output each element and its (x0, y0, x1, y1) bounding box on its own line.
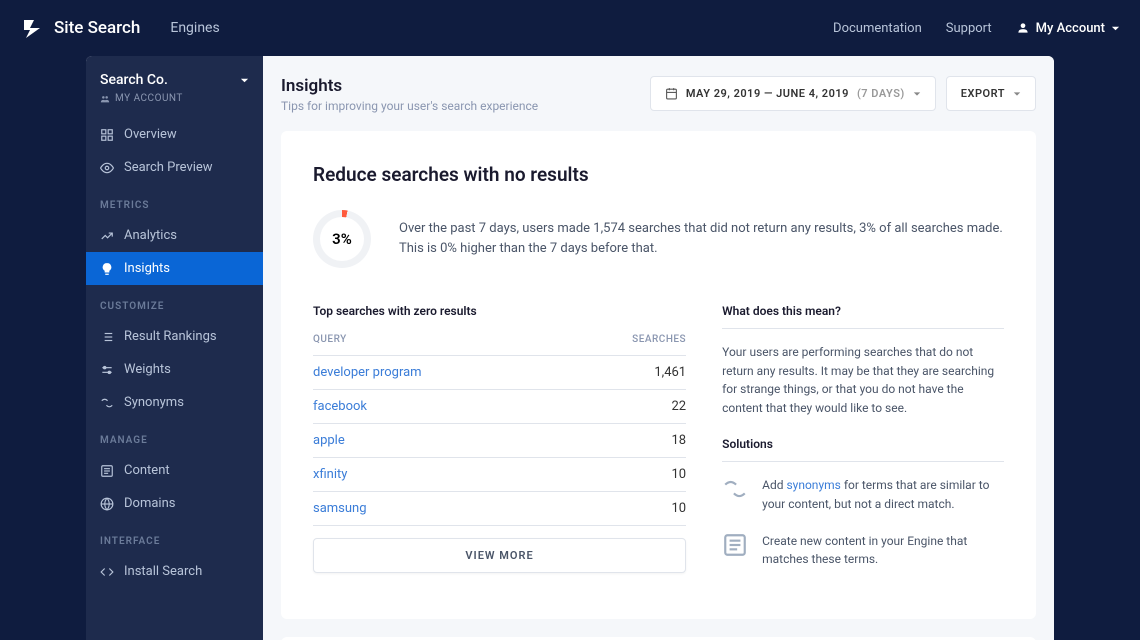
table-row: developer program1,461 (313, 356, 686, 390)
solution-text: Create new content in your Engine that m… (762, 532, 1004, 569)
insight-card-no-results: Reduce searches with no results 3% Over … (281, 131, 1036, 619)
sidebar-label: Result Rankings (124, 329, 217, 344)
product-name: Site Search (54, 18, 140, 38)
sidebar-item-synonyms[interactable]: Synonyms (86, 386, 263, 419)
searches-cell: 1,461 (562, 356, 686, 390)
searches-cell: 10 (562, 492, 686, 526)
col-searches: SEARCHES (562, 324, 686, 356)
account-menu[interactable]: My Account (1016, 21, 1120, 36)
section-customize: CUSTOMIZE (86, 285, 263, 320)
sidebar-label: Install Search (124, 564, 202, 579)
globe-icon (100, 497, 114, 511)
sidebar-item-content[interactable]: Content (86, 454, 263, 487)
table-row: samsung10 (313, 492, 686, 526)
nav-support[interactable]: Support (946, 21, 992, 36)
code-icon (100, 565, 114, 579)
searches-cell: 22 (562, 390, 686, 424)
sidebar-item-result-rankings[interactable]: Result Rankings (86, 320, 263, 353)
calendar-icon (665, 87, 678, 100)
card-title: Reduce searches with no results (313, 163, 1004, 186)
table-title: Top searches with zero results (313, 304, 686, 318)
nav-documentation[interactable]: Documentation (833, 21, 922, 36)
sidebar-label: Search Preview (124, 160, 213, 175)
sidebar-item-domains[interactable]: Domains (86, 487, 263, 520)
table-row: facebook22 (313, 390, 686, 424)
content-icon (722, 532, 748, 558)
section-metrics: METRICS (86, 184, 263, 219)
people-icon (100, 94, 110, 104)
export-label: EXPORT (961, 87, 1005, 100)
query-cell[interactable]: apple (313, 424, 562, 458)
section-manage: MANAGE (86, 419, 263, 454)
logo-icon (20, 16, 44, 40)
chevron-down-icon (1111, 24, 1120, 33)
col-query: QUERY (313, 324, 562, 356)
synonym-icon (722, 476, 748, 502)
explain-title: What does this mean? (722, 304, 1004, 329)
searches-cell: 10 (562, 458, 686, 492)
chevron-down-icon (240, 76, 249, 85)
content-icon (100, 464, 114, 478)
sliders-icon (100, 363, 114, 377)
sidebar-item-search-preview[interactable]: Search Preview (86, 151, 263, 184)
sidebar-item-overview[interactable]: Overview (86, 118, 263, 151)
date-range-label: MAY 29, 2019 — JUNE 4, 2019 (686, 87, 849, 100)
table-row: apple18 (313, 424, 686, 458)
sidebar-item-analytics[interactable]: Analytics (86, 219, 263, 252)
sidebar-label: Overview (124, 127, 177, 142)
page-title: Insights (281, 76, 538, 96)
export-button[interactable]: EXPORT (946, 76, 1036, 111)
date-duration: (7 DAYS) (857, 87, 905, 100)
sidebar-label: Weights (124, 362, 171, 377)
page-subtitle: Tips for improving your user's search ex… (281, 99, 538, 113)
sidebar: Search Co. MY ACCOUNT Overview Search Pr… (86, 56, 263, 640)
sidebar-label: Domains (124, 496, 175, 511)
date-range-picker[interactable]: MAY 29, 2019 — JUNE 4, 2019 (7 DAYS) (650, 76, 936, 111)
table-row: xfinity10 (313, 458, 686, 492)
eye-icon (100, 161, 114, 175)
searches-cell: 18 (562, 424, 686, 458)
chart-icon (100, 229, 114, 243)
percent-value: 3% (320, 217, 364, 261)
nav-engines[interactable]: Engines (170, 20, 219, 36)
query-cell[interactable]: xfinity (313, 458, 562, 492)
grid-icon (100, 128, 114, 142)
zero-results-table: QUERY SEARCHES developer program1,461 fa… (313, 324, 686, 526)
query-cell[interactable]: facebook (313, 390, 562, 424)
sidebar-label: Insights (124, 261, 170, 276)
logo[interactable]: Site Search (20, 16, 140, 40)
summary-text: Over the past 7 days, users made 1,574 s… (399, 219, 1004, 259)
engine-name-label: Search Co. (100, 72, 168, 88)
sidebar-item-weights[interactable]: Weights (86, 353, 263, 386)
query-cell[interactable]: developer program (313, 356, 562, 390)
view-more-button[interactable]: VIEW MORE (313, 538, 686, 573)
account-sublabel: MY ACCOUNT (115, 93, 183, 104)
bulb-icon (100, 262, 114, 276)
sidebar-item-insights[interactable]: Insights (86, 252, 263, 285)
query-cell[interactable]: samsung (313, 492, 562, 526)
account-label: My Account (1036, 21, 1105, 36)
sidebar-item-install-search[interactable]: Install Search (86, 555, 263, 588)
person-icon (1016, 21, 1030, 35)
synonyms-link[interactable]: synonyms (786, 478, 840, 492)
solutions-title: Solutions (722, 437, 1004, 462)
chevron-down-icon (913, 90, 921, 98)
percent-donut: 3% (313, 210, 371, 268)
section-interface: INTERFACE (86, 520, 263, 555)
sidebar-label: Analytics (124, 228, 177, 243)
synonym-icon (100, 396, 114, 410)
chevron-down-icon (1013, 90, 1021, 98)
explain-text: Your users are performing searches that … (722, 343, 1004, 417)
list-icon (100, 330, 114, 344)
sidebar-label: Synonyms (124, 395, 184, 410)
sidebar-label: Content (124, 463, 170, 478)
engine-selector[interactable]: Search Co. (100, 72, 249, 88)
solution-text: Add synonyms for terms that are similar … (762, 476, 1004, 513)
